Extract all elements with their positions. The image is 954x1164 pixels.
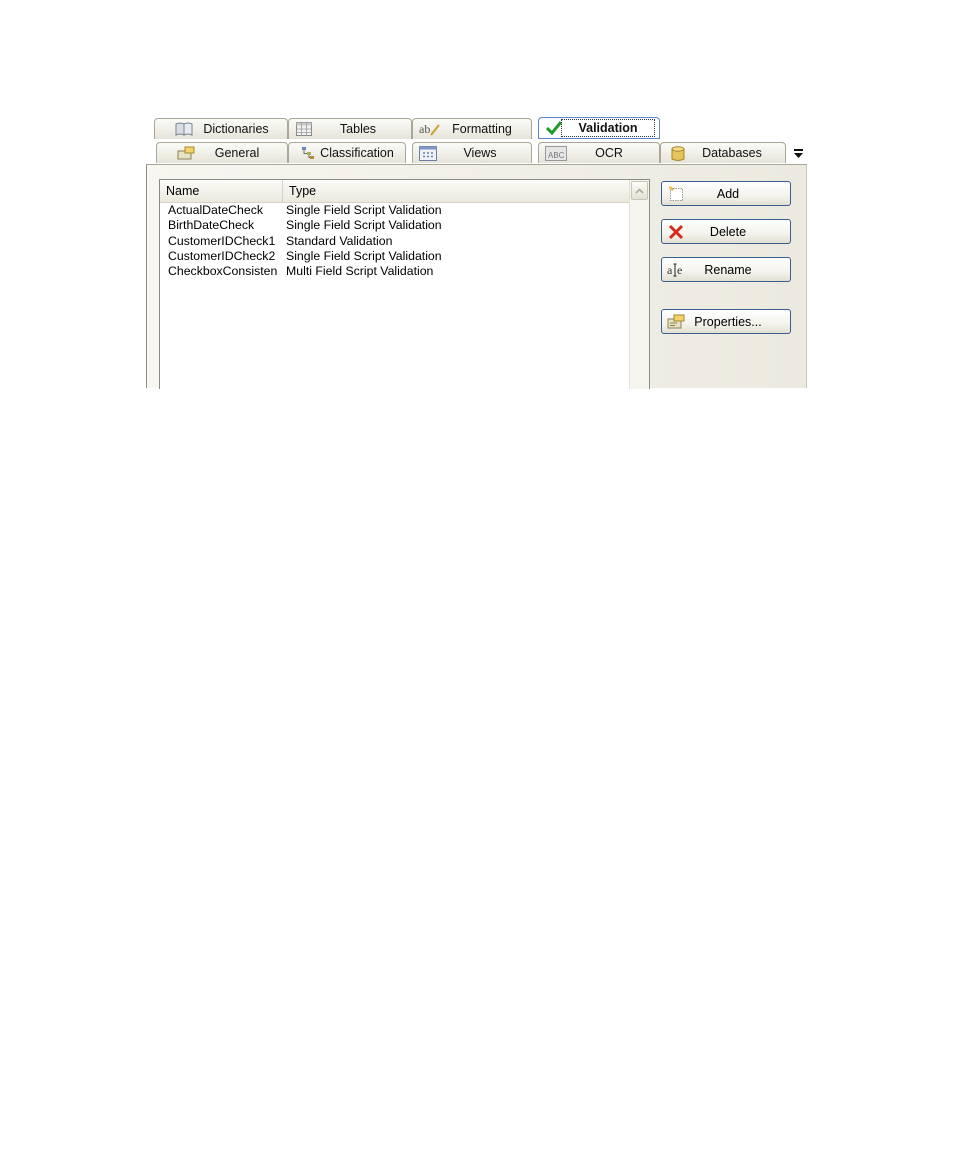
column-header-name[interactable]: Name — [160, 180, 283, 202]
book-icon — [175, 122, 193, 137]
list-item[interactable]: CustomerIDCheck2 Single Field Script Vali… — [160, 249, 630, 264]
properties-button[interactable]: Properties... — [661, 309, 791, 334]
column-header-type[interactable]: Type — [283, 180, 630, 202]
general-icon — [177, 146, 195, 161]
views-icon — [419, 145, 437, 161]
svg-text:ab: ab — [419, 122, 430, 136]
tab-content-validation: Name Type ActualDateCheck Single Field Sc… — [146, 164, 807, 389]
delete-button[interactable]: Delete — [661, 219, 791, 244]
validation-type-cell: Multi Field Script Validation — [286, 264, 434, 279]
add-button-label: Add — [716, 186, 740, 201]
table-icon — [295, 122, 313, 137]
list-item[interactable]: ActualDateCheck Single Field Script Valid… — [160, 203, 630, 218]
rename-icon: ae — [666, 261, 686, 279]
tab-ocr[interactable]: ABC OCR — [538, 142, 660, 163]
tab-label: Validation — [561, 119, 655, 137]
spelling-icon: ab — [419, 122, 441, 137]
tab-classification[interactable]: Classification — [288, 142, 406, 163]
tab-dictionaries[interactable]: Dictionaries — [154, 118, 288, 139]
validation-name-cell: CustomerIDCheck2 — [168, 248, 276, 263]
tab-overflow-icon[interactable] — [789, 144, 807, 162]
tab-general[interactable]: General — [156, 142, 288, 163]
tab-label: Views — [463, 146, 497, 160]
validation-type-cell: Single Field Script Validation — [286, 203, 442, 217]
checkmark-icon — [545, 121, 563, 136]
svg-text:a: a — [667, 263, 673, 277]
chevron-up-icon — [635, 187, 644, 194]
validation-name-cell: BirthDateCheck — [168, 218, 255, 233]
scroll-up-button[interactable] — [631, 181, 648, 200]
tab-label: Dictionaries — [203, 122, 269, 136]
tab-label: Databases — [702, 146, 762, 160]
tab-label: Classification — [320, 146, 394, 160]
svg-text:e: e — [677, 263, 682, 277]
delete-button-label: Delete — [709, 224, 747, 239]
classification-icon — [299, 146, 317, 161]
tab-databases[interactable]: Databases — [660, 142, 786, 163]
list-item[interactable]: CustomerIDCheck1 Standard Validation — [160, 234, 630, 249]
tab-views[interactable]: Views — [412, 142, 532, 163]
validation-type-cell: Single Field Script Validation — [286, 248, 442, 263]
validation-list[interactable]: Name Type ActualDateCheck Single Field Sc… — [159, 179, 650, 389]
vertical-scrollbar[interactable] — [629, 180, 649, 389]
tab-label: Formatting — [452, 122, 512, 136]
list-header: Name Type — [160, 180, 630, 203]
tab-row-top: Dictionaries Tables ab Formatting Valida… — [146, 116, 807, 140]
tab-label: Tables — [339, 122, 377, 136]
ocr-icon: ABC — [545, 145, 567, 161]
properties-icon — [666, 313, 686, 331]
properties-button-label: Properties... — [694, 314, 762, 329]
validation-name-cell: CheckboxConsisten — [168, 264, 278, 279]
new-item-icon — [666, 185, 686, 203]
list-item[interactable]: CheckboxConsisten Multi Field Script Vali… — [160, 264, 630, 279]
validation-settings-panel: Dictionaries Tables ab Formatting Valida… — [146, 116, 807, 389]
rename-button-label: Rename — [704, 262, 752, 277]
list-item[interactable]: BirthDateCheck Single Field Script Valida… — [160, 218, 630, 233]
tab-row-bottom: General Classification Views ABC OCR Dat… — [146, 140, 807, 164]
validation-type-cell: Standard Validation — [286, 233, 393, 248]
delete-x-icon — [666, 223, 686, 241]
database-icon — [669, 145, 687, 161]
add-button[interactable]: Add — [661, 181, 791, 206]
validation-name-cell: ActualDateCheck — [168, 203, 264, 217]
list-rows: ActualDateCheck Single Field Script Valid… — [160, 203, 630, 279]
tab-label: OCR — [595, 146, 623, 160]
validation-name-cell: CustomerIDCheck1 — [168, 233, 276, 248]
tab-formatting[interactable]: ab Formatting — [412, 118, 532, 139]
tab-label: General — [214, 146, 260, 160]
svg-text:ABC: ABC — [548, 151, 565, 160]
tab-validation[interactable]: Validation — [538, 117, 660, 139]
validation-type-cell: Single Field Script Validation — [286, 218, 442, 233]
rename-button[interactable]: ae Rename — [661, 257, 791, 282]
tab-tables[interactable]: Tables — [288, 118, 412, 139]
